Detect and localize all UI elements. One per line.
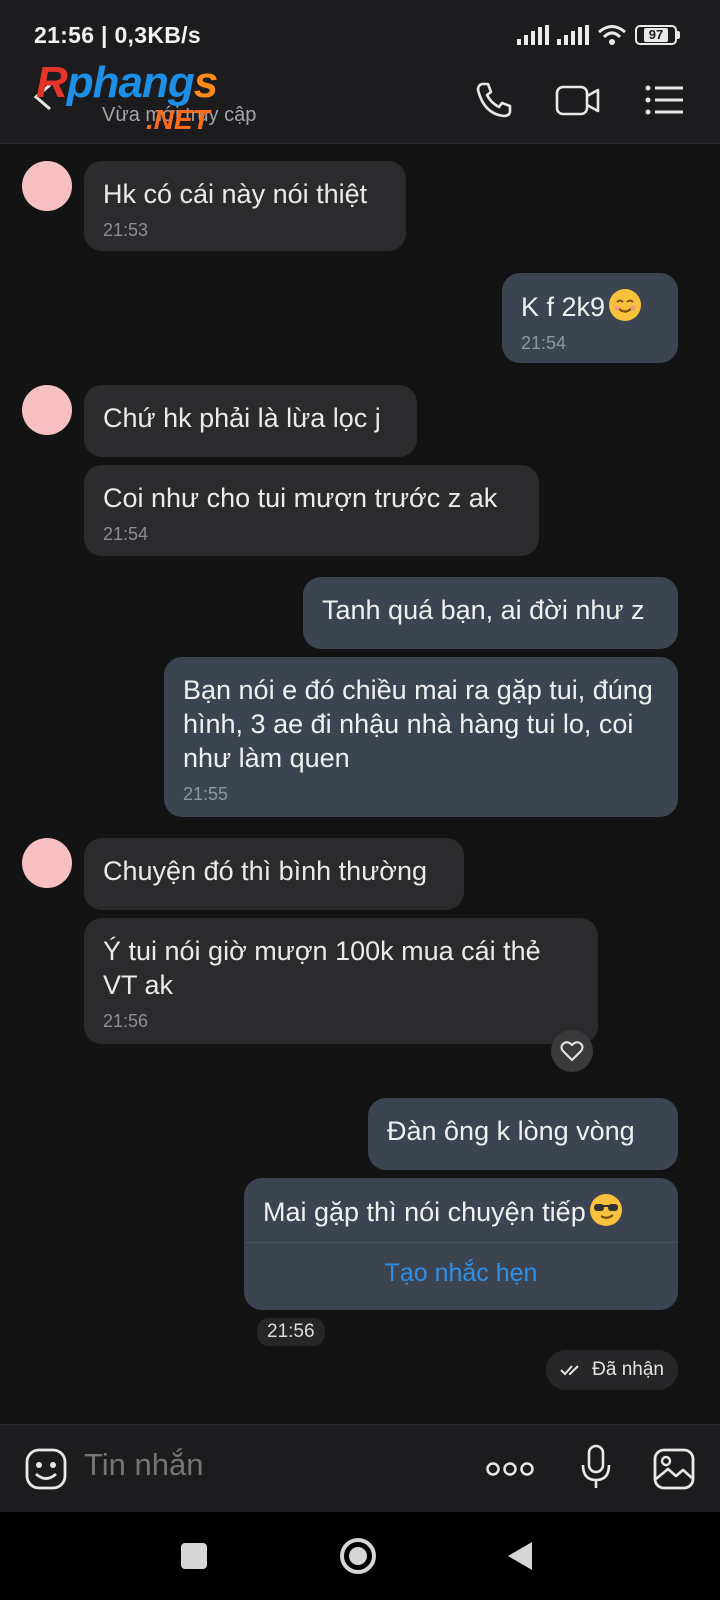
react-heart-button[interactable] xyxy=(551,1030,593,1072)
video-call-icon[interactable] xyxy=(554,78,602,122)
create-reminder-link[interactable]: Tạo nhắc hẹn xyxy=(244,1256,678,1290)
battery-level: 97 xyxy=(643,28,669,42)
avatar[interactable] xyxy=(22,385,72,435)
message-input-bar xyxy=(0,1424,720,1512)
message-bubble-outgoing[interactable]: Mai gặp thì nói chuyện tiếp Tạo nhắc hẹn xyxy=(244,1178,678,1310)
message-text: Coi như cho tui mượn trước z ak xyxy=(103,483,498,513)
avatar[interactable] xyxy=(22,161,72,211)
sunglasses-emoji-icon xyxy=(589,1194,622,1226)
signal-icon xyxy=(557,25,589,45)
message-text: Hk có cái này nói thiệt xyxy=(103,179,368,209)
menu-list-icon[interactable] xyxy=(642,78,686,122)
status-time-speed: 21:56 | 0,3KB/s xyxy=(34,22,201,48)
message-bubble-outgoing[interactable]: Bạn nói e đó chiều mai ra gặp tui, đúng … xyxy=(164,657,678,817)
chat-header: Vừa mới truy cập Rphangs .NET xyxy=(0,56,720,144)
message-text: Mai gặp thì nói chuyện tiếp xyxy=(263,1197,586,1227)
message-input[interactable] xyxy=(84,1447,464,1483)
avatar[interactable] xyxy=(22,838,72,888)
delivered-label: Đã nhận xyxy=(592,1359,664,1380)
message-time: 21:54 xyxy=(521,333,567,353)
message-bubble-outgoing[interactable]: Đàn ông k lòng vòng xyxy=(368,1098,678,1170)
message-text: Ý tui nói giờ mượn 100k mua cái thẻ VT a… xyxy=(103,936,541,1000)
recent-apps-icon[interactable] xyxy=(180,1542,208,1570)
message-text: Chuyện đó thì bình thường xyxy=(103,856,427,886)
message-time: 21:53 xyxy=(103,220,149,240)
message-text: Đàn ông k lòng vòng xyxy=(387,1116,635,1146)
message-bubble-incoming[interactable]: Coi như cho tui mượn trước z ak 21:54 xyxy=(84,465,539,556)
message-bubble-incoming[interactable]: Chứ hk phải là lừa lọc j xyxy=(84,385,417,457)
home-icon[interactable] xyxy=(338,1536,378,1576)
delivered-status: Đã nhận xyxy=(546,1350,678,1390)
message-bubble-outgoing[interactable]: K f 2k9 21:54 xyxy=(502,273,678,363)
image-gallery-icon[interactable] xyxy=(652,1447,696,1491)
system-nav-bar xyxy=(0,1512,720,1600)
sticker-emoji-icon[interactable] xyxy=(24,1447,68,1491)
message-text: K f 2k9 xyxy=(521,292,606,322)
heart-icon xyxy=(560,1041,584,1061)
status-icons: 97 xyxy=(517,24,680,46)
message-bubble-incoming[interactable]: Hk có cái này nói thiệt 21:53 xyxy=(84,161,406,251)
phone-call-icon[interactable] xyxy=(472,78,516,122)
message-text: Bạn nói e đó chiều mai ra gặp tui, đúng … xyxy=(183,675,653,773)
message-text: Chứ hk phải là lừa lọc j xyxy=(103,403,381,433)
message-text: Tanh quá bạn, ai đời như z xyxy=(322,595,645,625)
microphone-icon[interactable] xyxy=(580,1443,612,1491)
message-bubble-outgoing[interactable]: Tanh quá bạn, ai đời như z xyxy=(303,577,678,649)
more-options-icon[interactable] xyxy=(485,1459,535,1479)
last-message-time: 21:56 xyxy=(257,1318,325,1346)
battery-icon: 97 xyxy=(635,25,680,45)
message-time: 21:54 xyxy=(103,524,149,544)
wifi-icon xyxy=(598,25,626,45)
message-time: 21:56 xyxy=(103,1011,149,1031)
divider xyxy=(244,1242,678,1243)
back-nav-icon[interactable] xyxy=(506,1540,534,1572)
smiling-face-emoji-icon xyxy=(609,289,642,321)
message-bubble-incoming[interactable]: Ý tui nói giờ mượn 100k mua cái thẻ VT a… xyxy=(84,918,598,1044)
signal-icon xyxy=(517,25,549,45)
status-bar: 21:56 | 0,3KB/s 97 xyxy=(0,0,720,56)
message-time: 21:55 xyxy=(183,784,229,804)
watermark-logo: Rphangs .NET xyxy=(36,58,218,135)
double-check-icon xyxy=(560,1365,579,1376)
message-bubble-incoming[interactable]: Chuyện đó thì bình thường xyxy=(84,838,464,910)
